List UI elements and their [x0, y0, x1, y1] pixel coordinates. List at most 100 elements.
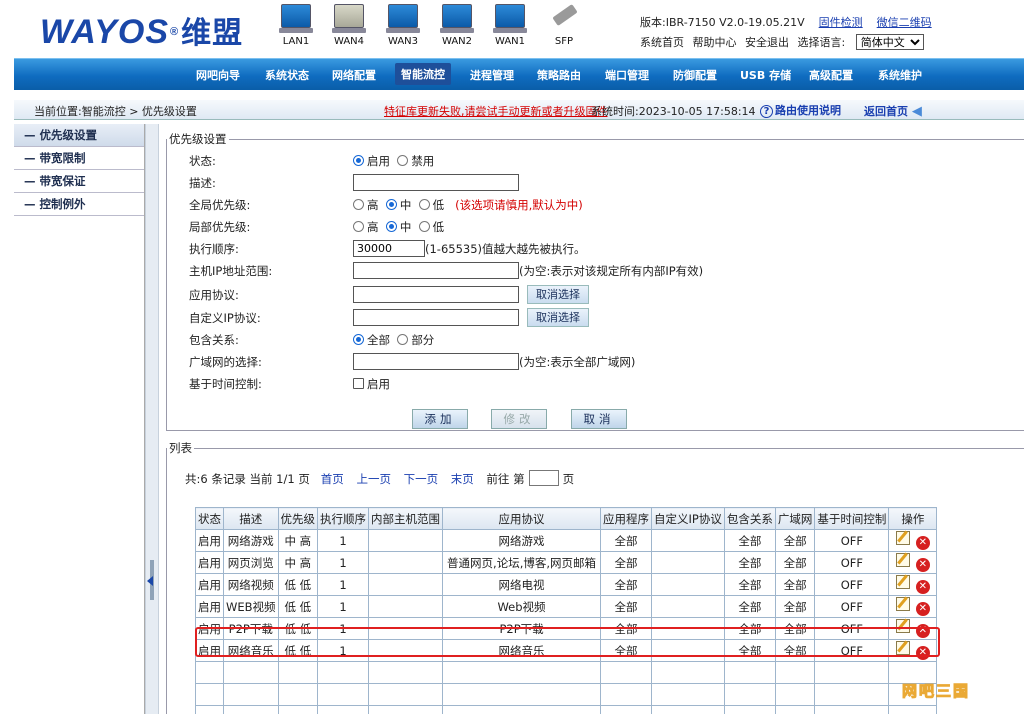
col-wan: 广域网 — [774, 507, 816, 530]
global-mid-radio[interactable] — [385, 199, 397, 210]
app-protocol-input[interactable] — [353, 286, 519, 303]
global-priority-note: (该选项请慎用,默认为中) — [455, 198, 583, 212]
edit-icon[interactable] — [895, 597, 910, 611]
edit-icon[interactable] — [895, 531, 910, 545]
col-custom-ip: 自定义IP协议 — [651, 507, 725, 530]
table-cell: 低 低 — [277, 573, 319, 596]
collapse-arrow-icon[interactable] — [147, 576, 153, 586]
port-lan1[interactable]: LAN1 — [276, 4, 316, 47]
back-home-link[interactable]: 返回首页 ◀ — [864, 103, 922, 119]
table-cell: 全部 — [774, 529, 816, 552]
status-enable-radio[interactable] — [353, 155, 364, 166]
wan-select-input[interactable] — [353, 353, 519, 370]
delete-icon[interactable]: ✕ — [915, 602, 930, 616]
sidebar-item-bandwidth-limit[interactable]: — 带宽限制 — [14, 147, 144, 170]
order-input[interactable] — [353, 240, 425, 257]
table-cell: 网络电视 — [442, 573, 602, 596]
prev-page-link[interactable]: 上一页 — [356, 472, 391, 486]
next-page-link[interactable]: 下一页 — [404, 472, 439, 486]
row-actions: ✕ — [888, 529, 938, 552]
router-help-link[interactable]: ? 路由使用说明 — [760, 102, 841, 118]
last-page-link[interactable]: 末页 — [451, 472, 474, 486]
back-arrow-icon: ◀ — [911, 104, 922, 119]
edit-icon[interactable] — [895, 553, 910, 567]
highlight-box — [195, 627, 940, 657]
app-protocol-label: 应用协议: — [189, 288, 239, 302]
contain-all-radio[interactable] — [353, 334, 364, 345]
edit-icon[interactable] — [895, 575, 910, 589]
table-cell: 全部 — [723, 551, 776, 574]
custom-ip-protocol-label: 自定义IP协议: — [189, 311, 261, 325]
table-cell: 全部 — [600, 551, 653, 574]
sidebar: — 优先级设置 — 带宽限制 — 带宽保证 — 控制例外 — [14, 124, 145, 714]
custom-cancel-select-button[interactable]: 取消选择 — [527, 308, 589, 327]
status-disable-radio[interactable] — [397, 155, 409, 166]
sidebar-item-priority-settings[interactable]: — 优先级设置 — [14, 124, 144, 147]
nav-usb-storage[interactable]: USB 存储 — [740, 67, 791, 83]
contain-part-radio[interactable] — [397, 334, 409, 345]
wan-select-label: 广域网的选择: — [189, 355, 262, 369]
language-select[interactable]: 简体中文 — [855, 34, 924, 50]
sidebar-item-control-exception[interactable]: — 控制例外 — [14, 193, 144, 216]
time-control-checkbox[interactable] — [353, 378, 364, 389]
firmware-check-link[interactable]: 固件检测 — [819, 16, 863, 29]
nav-system-status[interactable]: 系统状态 — [265, 67, 309, 83]
nav-process-management[interactable]: 进程管理 — [470, 67, 514, 83]
main-nav: 网吧向导 系统状态 网络配置 智能流控 进程管理 策略路由 端口管理 防御配置 … — [14, 58, 1024, 90]
local-low-radio[interactable] — [418, 221, 430, 232]
table-cell: 低 低 — [277, 595, 319, 618]
first-page-link[interactable]: 首页 — [321, 472, 344, 486]
table-cell: 启用 — [195, 595, 224, 618]
app-cancel-select-button[interactable]: 取消选择 — [527, 285, 589, 304]
global-low-radio[interactable] — [418, 199, 430, 210]
page-number-input[interactable] — [528, 470, 559, 486]
order-note: (1-65535)值越大越先被执行。 — [425, 242, 586, 256]
table-cell — [651, 595, 725, 618]
help-center-link[interactable]: 帮助中心 — [693, 36, 737, 49]
nav-defense-config[interactable]: 防御配置 — [673, 67, 717, 83]
port-wan4[interactable]: WAN4 — [329, 4, 369, 47]
nav-port-management[interactable]: 端口管理 — [605, 67, 649, 83]
global-priority-label: 全局优先级: — [189, 198, 251, 212]
local-priority-label: 局部优先级: — [189, 220, 251, 234]
modify-button[interactable]: 修改 — [491, 409, 547, 429]
feature-update-warning-link[interactable]: 特征库更新失败,请尝试手动更新或者升级固件 — [384, 103, 608, 119]
port-sfp[interactable]: SFP — [544, 4, 584, 47]
custom-ip-protocol-input[interactable] — [353, 309, 519, 326]
desc-label: 描述: — [189, 176, 216, 190]
system-home-link[interactable]: 系统首页 — [640, 36, 684, 49]
nav-system-maintenance[interactable]: 系统维护 — [878, 67, 922, 83]
table-cell: 全部 — [774, 573, 816, 596]
breadcrumb: 当前位置:智能流控 > 优先级设置 — [34, 105, 197, 118]
sidebar-splitter[interactable] — [145, 124, 159, 714]
col-app-program: 应用程序 — [600, 507, 653, 530]
row-actions: ✕ — [888, 595, 938, 618]
safe-logout-link[interactable]: 安全退出 — [745, 36, 789, 49]
wechat-qr-link[interactable]: 微信二维码 — [877, 16, 932, 29]
delete-icon[interactable]: ✕ — [915, 558, 930, 572]
nav-policy-routing[interactable]: 策略路由 — [537, 67, 581, 83]
port-wan2[interactable]: WAN2 — [437, 4, 477, 47]
local-mid-radio[interactable] — [385, 221, 397, 232]
cancel-button[interactable]: 取消 — [571, 409, 627, 429]
delete-icon[interactable]: ✕ — [915, 536, 930, 550]
global-high-radio[interactable] — [353, 199, 364, 210]
add-button[interactable]: 添加 — [412, 409, 468, 429]
rule-list: 列表 共:6 条记录 当前 1/1 页 首页 上一页 下一页 末页 前往 第页 … — [166, 440, 1024, 714]
table-cell: 中 高 — [277, 551, 319, 574]
nav-smart-flow-control[interactable]: 智能流控 — [395, 63, 451, 85]
nav-network-config[interactable]: 网络配置 — [332, 67, 376, 83]
col-status: 状态 — [195, 507, 224, 530]
priority-rule-table: 状态 描述 优先级 执行顺序 内部主机范围 应用协议 应用程序 自定义IP协议 … — [195, 507, 938, 714]
ethernet-port-icon — [493, 4, 527, 33]
nav-advanced-config[interactable]: 高级配置 — [809, 67, 853, 83]
port-wan1[interactable]: WAN1 — [490, 4, 530, 47]
version-line: 版本:IBR-7150 V2.0-19.05.21V 固件检测 微信二维码 — [640, 14, 932, 30]
desc-input[interactable] — [353, 174, 519, 191]
nav-wizard[interactable]: 网吧向导 — [196, 67, 240, 83]
port-wan3[interactable]: WAN3 — [383, 4, 423, 47]
delete-icon[interactable]: ✕ — [915, 580, 930, 594]
local-high-radio[interactable] — [353, 221, 364, 232]
sidebar-item-bandwidth-guarantee[interactable]: — 带宽保证 — [14, 170, 144, 193]
host-range-input[interactable] — [353, 262, 519, 279]
